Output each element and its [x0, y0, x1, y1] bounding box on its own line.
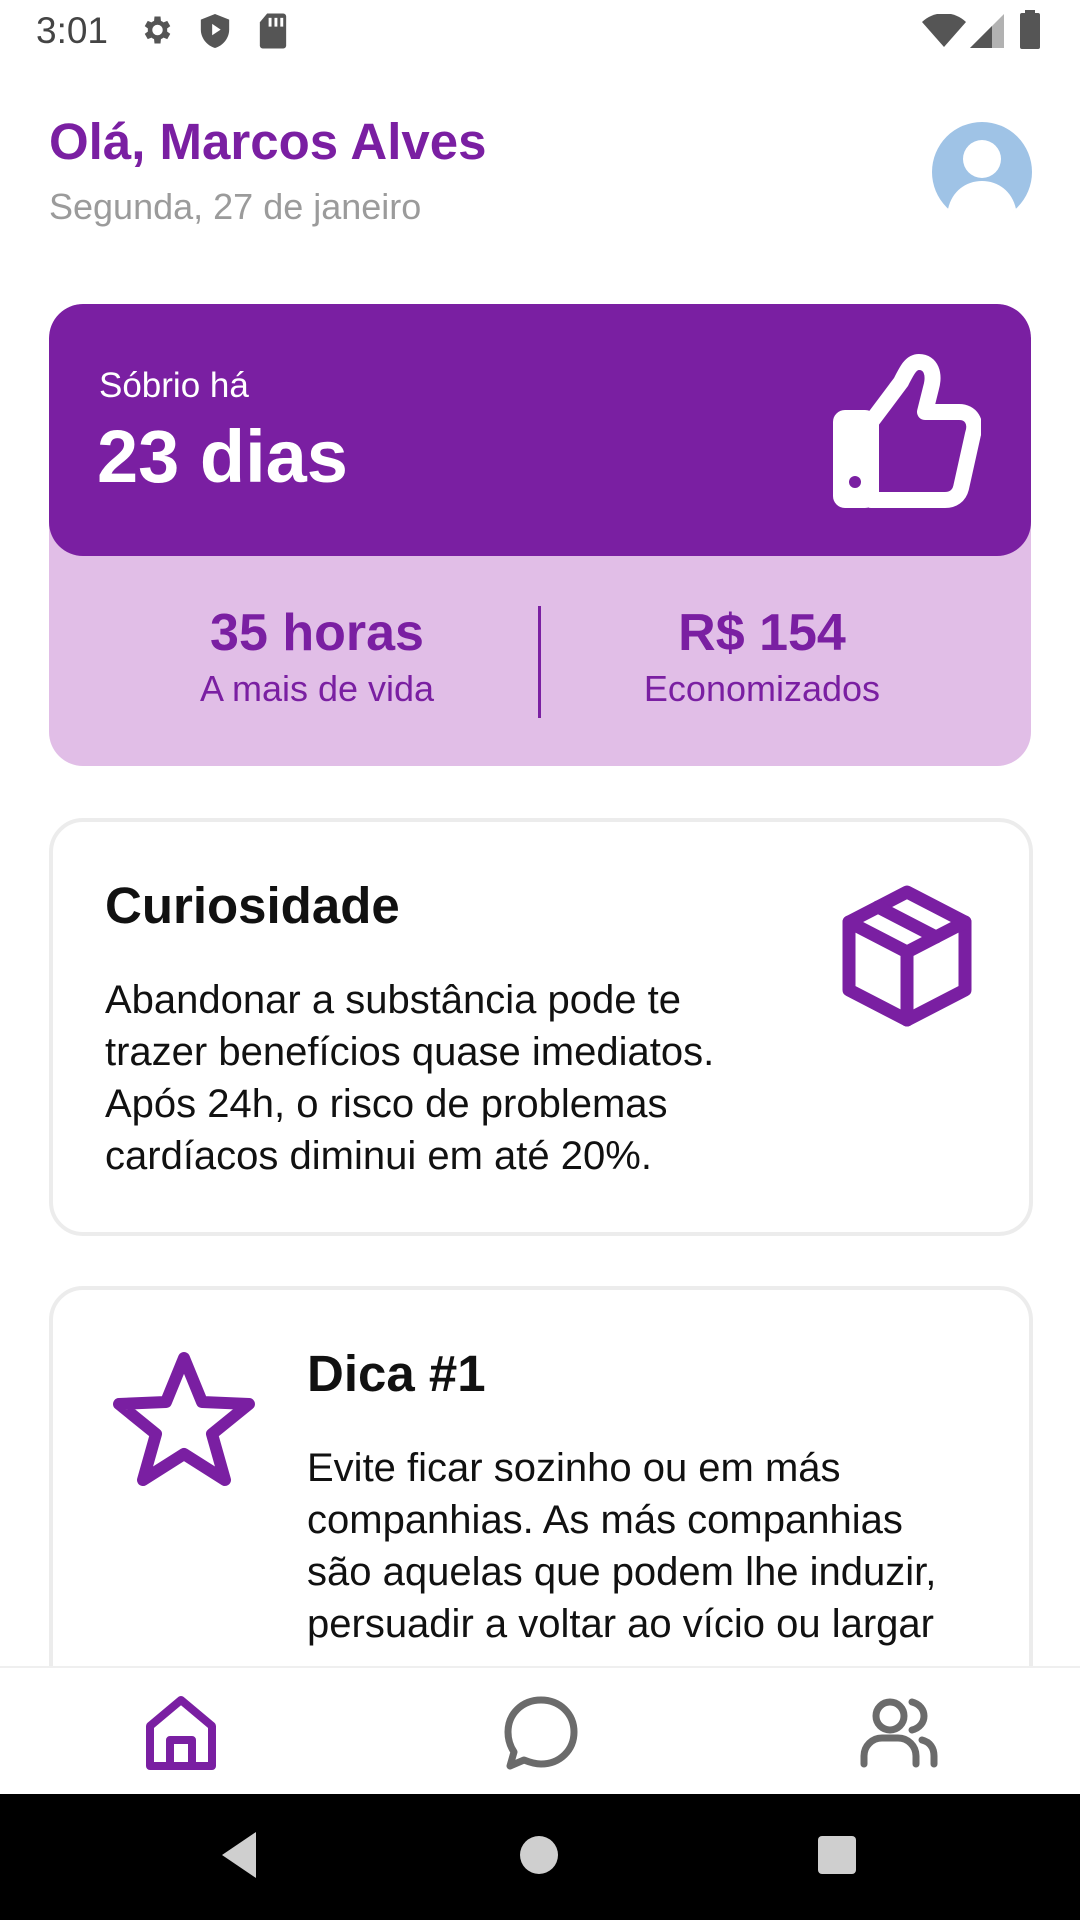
sobriety-days: 23 dias [97, 415, 348, 498]
stat-divider [538, 606, 541, 718]
star-icon [113, 1352, 255, 1486]
sobriety-card: Sóbrio há 23 dias 35 horas A mais de vid… [49, 304, 1031, 766]
thumbs-up-icon [833, 354, 981, 508]
back-icon[interactable] [208, 1824, 270, 1886]
greeting-title: Olá, Marcos Alves [49, 113, 487, 170]
user-avatar-icon[interactable] [932, 122, 1032, 222]
sd-card-icon [259, 13, 287, 49]
home-icon[interactable] [140, 1692, 222, 1774]
curiosity-title: Curiosidade [105, 877, 400, 934]
curiosity-line: cardíacos diminui em até 20%. [105, 1134, 652, 1178]
life-gained-value: 35 horas [210, 604, 424, 662]
system-navigation-bar [0, 1794, 1080, 1920]
tip-line: são aquelas que podem lhe induzir, [307, 1550, 937, 1594]
chat-icon[interactable] [500, 1692, 582, 1774]
life-gained-stat: 35 horas A mais de vida [107, 604, 527, 711]
status-bar: 3:01 [0, 0, 1080, 64]
sobriety-label: Sóbrio há [99, 366, 249, 405]
gear-icon [144, 16, 171, 44]
curiosity-line: Abandonar a substância pode te [105, 978, 681, 1022]
box-icon [842, 885, 972, 1027]
sobriety-header: Sóbrio há 23 dias [49, 304, 1031, 556]
bottom-navigation [0, 1666, 1080, 1796]
wifi-icon [922, 14, 966, 47]
users-icon[interactable] [858, 1692, 940, 1774]
tip-text: Evite ficar sozinho ou em más companhias… [307, 1442, 936, 1650]
recents-icon[interactable] [806, 1824, 868, 1886]
curiosity-card[interactable]: Curiosidade Abandonar a substância pode … [49, 818, 1033, 1236]
tip-line: persuadir a voltar ao vício ou largar [307, 1602, 934, 1646]
tip-line: Evite ficar sozinho ou em más [307, 1446, 841, 1490]
battery-icon [1020, 10, 1040, 49]
tip-title: Dica #1 [307, 1345, 486, 1402]
curiosity-line: trazer benefícios quase imediatos. [105, 1030, 715, 1074]
shield-icon [200, 14, 230, 48]
life-gained-label: A mais de vida [199, 667, 435, 709]
curiosity-text: Abandonar a substância pode te trazer be… [105, 974, 714, 1182]
money-saved-value: R$ 154 [678, 604, 846, 662]
current-date: Segunda, 27 de janeiro [49, 186, 422, 227]
tip-line: companhias. As más companhias [307, 1498, 903, 1542]
home-button-icon[interactable] [508, 1824, 570, 1886]
money-saved-stat: R$ 154 Economizados [552, 604, 972, 711]
status-time: 3:01 [36, 10, 109, 51]
money-saved-label: Economizados [643, 667, 881, 709]
signal-icon [970, 14, 1004, 48]
curiosity-line: Após 24h, o risco de problemas [105, 1082, 668, 1126]
